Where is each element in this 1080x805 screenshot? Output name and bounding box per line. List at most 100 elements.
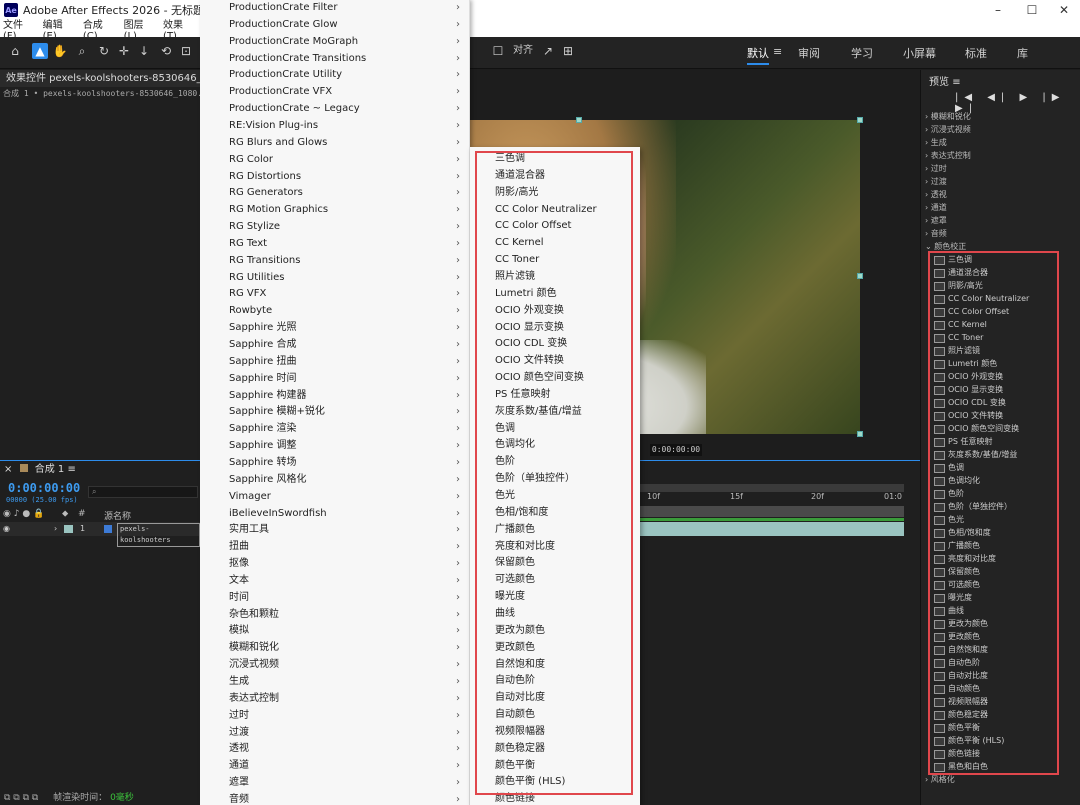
color-correction-menu-item[interactable]: 阴影/高光 [470, 184, 640, 201]
snap-checkbox-icon[interactable]: ☐ [490, 43, 506, 59]
effect-list-item[interactable]: 更改颜色 [930, 630, 1057, 643]
effect-menu-item[interactable]: 表达式控制 › [200, 690, 470, 707]
effect-menu-item[interactable]: Sapphire 合成 › [200, 336, 470, 353]
effect-menu-item[interactable]: Rowbyte › [200, 302, 470, 319]
effect-list-item[interactable]: 色阶（单独控件） [930, 500, 1057, 513]
category-item[interactable]: › 生成 [925, 136, 1075, 149]
effect-list-item[interactable]: 色阶 [930, 487, 1057, 500]
snap-options-icon[interactable]: ↗ [540, 43, 556, 59]
pan-behind-icon[interactable]: ↓ [136, 43, 152, 59]
effect-menu-item[interactable]: ProductionCrate Utility › [200, 66, 470, 83]
viewer-timecode[interactable]: 0:00:00:00 [650, 444, 702, 456]
effect-menu-item[interactable]: 遮罩 › [200, 774, 470, 791]
effect-list-item[interactable]: 三色调 [930, 253, 1057, 266]
zoom-tool-icon[interactable]: ⌕ [74, 43, 90, 59]
color-correction-menu-item[interactable]: 颜色平衡 (HLS) [470, 773, 640, 790]
effect-list-item[interactable]: PS 任意映射 [930, 435, 1057, 448]
effect-menu-item[interactable]: 过渡 › [200, 724, 470, 741]
color-correction-menu-item[interactable]: OCIO 显示变换 [470, 319, 640, 336]
status-icons[interactable]: ⧉ ⧉ ⧉ ⧉ [4, 793, 38, 803]
effect-menu-item[interactable]: Sapphire 渲染 › [200, 420, 470, 437]
effect-list-item[interactable]: 灰度系数/基值/增益 [930, 448, 1057, 461]
effect-list-item[interactable]: OCIO 文件转换 [930, 409, 1057, 422]
expand-chevron-icon[interactable]: › [54, 522, 57, 536]
workspace-standard[interactable]: 标准 [965, 45, 987, 61]
effect-menu-item[interactable]: RG Utilities › [200, 269, 470, 286]
effect-list-item[interactable]: 颜色平衡 (HLS) [930, 734, 1057, 747]
preview-title[interactable]: 预览 ≡ [929, 73, 961, 88]
category-item[interactable]: › 通道 [925, 201, 1075, 214]
layer-color-icon[interactable] [64, 525, 73, 533]
effect-menu-item[interactable]: 抠像 › [200, 555, 470, 572]
effect-menu-item[interactable]: 沉浸式视频 › [200, 656, 470, 673]
effect-list-item[interactable]: 自动颜色 [930, 682, 1057, 695]
panel-menu-icon[interactable]: ≡ [67, 464, 75, 475]
effect-list-item[interactable]: 阴影/高光 [930, 279, 1057, 292]
transform-tool-icon[interactable]: ⊡ [178, 43, 194, 59]
effect-menu-item[interactable]: 时间 › [200, 589, 470, 606]
color-correction-menu-item[interactable]: 曝光度 [470, 588, 640, 605]
effect-list-item[interactable]: OCIO 颜色空间变换 [930, 422, 1057, 435]
work-area-bar[interactable] [634, 506, 904, 517]
effect-menu-item[interactable]: RG Transitions › [200, 252, 470, 269]
effect-list-item[interactable]: 曝光度 [930, 591, 1057, 604]
effect-menu-item[interactable]: RG Stylize › [200, 218, 470, 235]
timeline-current-time[interactable]: 0:00:00:00 [8, 481, 80, 495]
effect-menu-item[interactable]: Sapphire 转场 › [200, 454, 470, 471]
color-correction-menu-item[interactable]: CC Color Offset [470, 217, 640, 234]
effect-list-item[interactable]: CC Kernel [930, 318, 1057, 331]
color-correction-menu-item[interactable]: OCIO 外观变换 [470, 302, 640, 319]
selection-tool-icon[interactable]: ▲ [32, 43, 48, 59]
timeline-tab[interactable]: × 合成 1 ≡ [0, 462, 200, 478]
effect-menu-item[interactable]: 音频 › [200, 791, 470, 805]
effect-list-item[interactable]: 亮度和对比度 [930, 552, 1057, 565]
effect-list-item[interactable]: CC Color Offset [930, 305, 1057, 318]
effect-menu-item[interactable]: 扭曲 › [200, 538, 470, 555]
layer-duration-bar[interactable] [634, 522, 904, 536]
color-correction-menu-item[interactable]: 色调均化 [470, 436, 640, 453]
transform-handle[interactable] [857, 273, 863, 279]
color-correction-menu-item[interactable]: 色阶（单独控件） [470, 470, 640, 487]
color-correction-menu-item[interactable]: PS 任意映射 [470, 386, 640, 403]
close-button[interactable]: ✕ [1046, 0, 1080, 20]
color-correction-menu-item[interactable]: OCIO CDL 变换 [470, 335, 640, 352]
effect-list-item[interactable]: 可选颜色 [930, 578, 1057, 591]
effect-menu-item[interactable]: RG Text › [200, 235, 470, 252]
source-name-header[interactable]: 源名称 [104, 509, 131, 522]
color-correction-menu-item[interactable]: 更改为颜色 [470, 622, 640, 639]
effect-list-item[interactable]: 自动对比度 [930, 669, 1057, 682]
category-item[interactable]: › 音频 [925, 227, 1075, 240]
workspace-learn[interactable]: 学习 [851, 45, 873, 61]
category-item[interactable]: › 模糊和锐化 [925, 110, 1075, 123]
effect-list-item[interactable]: 色光 [930, 513, 1057, 526]
snap-grid-icon[interactable]: ⊞ [560, 43, 576, 59]
effect-list-item[interactable]: 保留颜色 [930, 565, 1057, 578]
effect-list-item[interactable]: 颜色稳定器 [930, 708, 1057, 721]
color-correction-menu-item[interactable]: 照片滤镜 [470, 268, 640, 285]
layer-name[interactable]: pexels-koolshooters [117, 523, 200, 547]
effect-menu-item[interactable]: RE:Vision Plug-ins › [200, 117, 470, 134]
workspace-library[interactable]: 库 [1017, 45, 1028, 61]
effect-menu-item[interactable]: 过时 › [200, 707, 470, 724]
effect-list-item[interactable]: Lumetri 颜色 [930, 357, 1057, 370]
home-icon[interactable]: ⌂ [7, 43, 23, 59]
effect-list-item[interactable]: CC Toner [930, 331, 1057, 344]
effect-list-item[interactable]: 色调 [930, 461, 1057, 474]
category-item[interactable]: › 风格化 [925, 774, 955, 785]
effect-menu-item[interactable]: RG Generators › [200, 184, 470, 201]
time-ruler[interactable] [634, 484, 904, 492]
color-correction-menu-item[interactable]: Lumetri 颜色 [470, 285, 640, 302]
panel-menu-icon[interactable]: ≡ [952, 77, 960, 88]
maximize-button[interactable]: ☐ [1014, 0, 1050, 20]
color-correction-menu-item[interactable]: 灰度系数/基值/增益 [470, 403, 640, 420]
transform-handle[interactable] [576, 117, 582, 123]
color-correction-menu-item[interactable]: 自动对比度 [470, 689, 640, 706]
color-correction-menu-item[interactable]: 自动颜色 [470, 706, 640, 723]
effect-menu-item[interactable]: Sapphire 光照 › [200, 319, 470, 336]
effect-list-item[interactable]: 色相/饱和度 [930, 526, 1057, 539]
effect-menu-item[interactable]: 文本 › [200, 572, 470, 589]
effect-list-item[interactable]: 曲线 [930, 604, 1057, 617]
visibility-icon[interactable]: ◉ [3, 522, 10, 536]
color-correction-menu-item[interactable]: 颜色平衡 [470, 757, 640, 774]
effect-menu-item[interactable]: RG VFX › [200, 285, 470, 302]
